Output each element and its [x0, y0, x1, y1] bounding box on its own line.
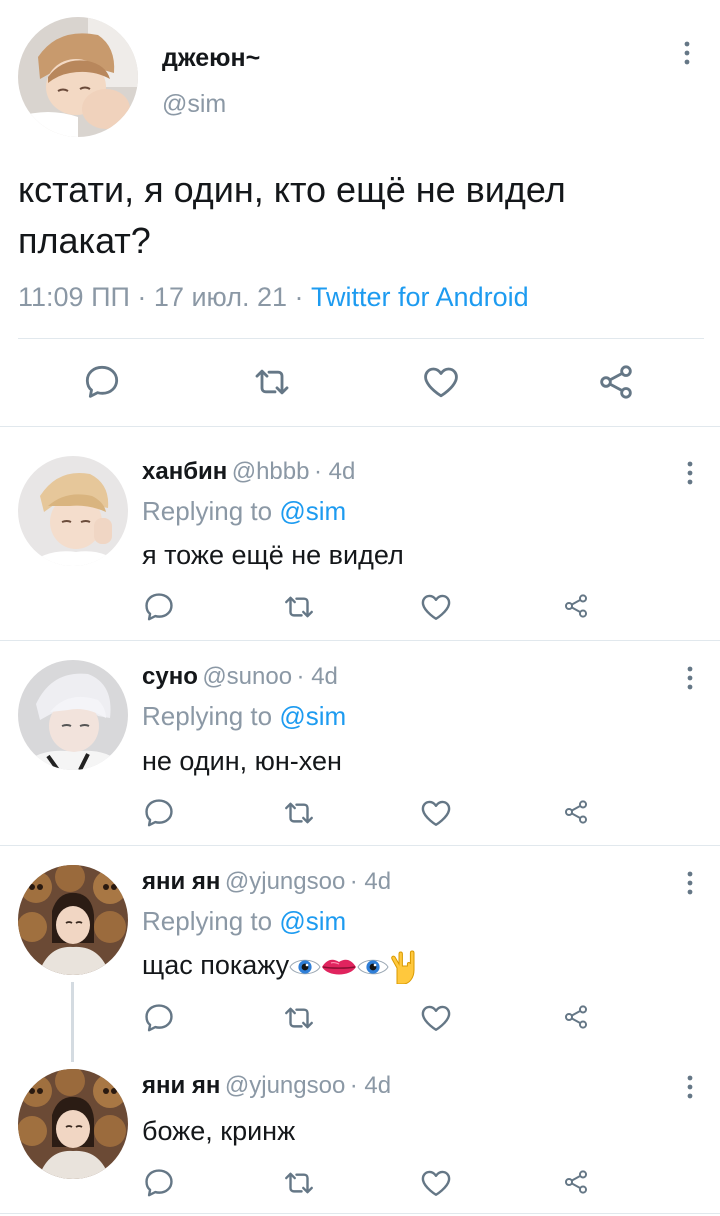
display-name[interactable]: ханбин: [142, 458, 227, 485]
share-icon[interactable]: [562, 1003, 590, 1031]
thread-line: [71, 982, 74, 1062]
user-handle[interactable]: @yjungsoo: [225, 868, 345, 895]
retweet-icon[interactable]: [282, 796, 316, 830]
tweet-date: 17 июл. 21: [153, 282, 287, 312]
retweet-icon[interactable]: [282, 590, 316, 624]
reply-icon[interactable]: [142, 1166, 176, 1200]
share-icon[interactable]: [562, 1168, 590, 1196]
share-icon[interactable]: [596, 362, 636, 402]
replying-to-label: Replying to: [142, 701, 273, 731]
reply-age: · 4d: [349, 868, 392, 895]
user-handle[interactable]: @sunoo: [202, 663, 292, 690]
reply-text: я тоже ещё не видел: [142, 540, 404, 570]
divider: [0, 1213, 720, 1214]
more-options-icon[interactable]: [678, 868, 702, 898]
reply-icon[interactable]: [82, 362, 122, 402]
meta-separator: ·: [294, 282, 304, 312]
like-icon[interactable]: [418, 590, 454, 624]
tweet-text: кстати, я один, кто ещё не видел плакат?: [18, 169, 566, 261]
love-you-gesture-emoji-icon: [389, 950, 419, 984]
replying-to-handle[interactable]: @sim: [279, 906, 346, 936]
like-icon[interactable]: [420, 362, 462, 402]
reply-icon[interactable]: [142, 1001, 176, 1035]
divider: [0, 640, 720, 641]
avatar[interactable]: [18, 17, 138, 137]
user-handle[interactable]: @hbbb: [232, 458, 310, 485]
reply-age: · 4d: [313, 458, 356, 485]
divider: [0, 845, 720, 846]
reply-header: суно @sunoo · 4d: [142, 663, 338, 691]
reply-text: не один, юн-хен: [142, 746, 342, 776]
share-icon[interactable]: [562, 592, 590, 620]
replying-to: Replying to @sim: [142, 496, 346, 527]
more-options-icon[interactable]: [678, 458, 702, 488]
avatar[interactable]: [18, 1069, 128, 1179]
tweet-time: 11:09 ПП: [18, 282, 130, 312]
replying-to-handle[interactable]: @sim: [279, 701, 346, 731]
avatar[interactable]: [18, 456, 128, 566]
meta-separator: ·: [137, 282, 147, 312]
reply-header: ханбин @hbbb · 4d: [142, 458, 355, 486]
replying-to-handle[interactable]: @sim: [279, 496, 346, 526]
tweet-meta: 11:09 ПП · 17 июл. 21 · Twitter for Andr…: [18, 282, 529, 313]
display-name[interactable]: суно: [142, 663, 198, 690]
user-handle[interactable]: @sim: [162, 90, 226, 119]
replying-to: Replying to @sim: [142, 906, 346, 937]
retweet-icon[interactable]: [282, 1166, 316, 1200]
tweet-source-link[interactable]: Twitter for Android: [311, 282, 529, 312]
avatar[interactable]: [18, 660, 128, 770]
divider: [18, 338, 704, 339]
display-name[interactable]: яни ян: [142, 1072, 220, 1099]
replying-to: Replying to @sim: [142, 701, 346, 732]
reply-text: боже, кринж: [142, 1116, 296, 1146]
reply-header: яни ян @yjungsoo · 4d: [142, 868, 391, 896]
reply-header: яни ян @yjungsoo · 4d: [142, 1072, 391, 1100]
reply-icon[interactable]: [142, 590, 176, 624]
retweet-icon[interactable]: [252, 362, 292, 402]
divider: [0, 426, 720, 427]
like-icon[interactable]: [418, 1166, 454, 1200]
share-icon[interactable]: [562, 798, 590, 826]
reply-text-row: щас покажу: [142, 950, 419, 984]
eye-emoji-icon: [357, 955, 389, 979]
reply-icon[interactable]: [142, 796, 176, 830]
like-icon[interactable]: [418, 1001, 454, 1035]
display-name[interactable]: яни ян: [142, 868, 220, 895]
replying-to-label: Replying to: [142, 906, 273, 936]
like-icon[interactable]: [418, 796, 454, 830]
reply-age: · 4d: [296, 663, 338, 690]
reply-age: · 4d: [349, 1072, 392, 1099]
display-name[interactable]: джеюн~: [162, 44, 260, 73]
lips-emoji-icon: [321, 955, 357, 979]
avatar[interactable]: [18, 865, 128, 975]
more-options-icon[interactable]: [678, 663, 702, 693]
retweet-icon[interactable]: [282, 1001, 316, 1035]
eye-emoji-icon: [289, 955, 321, 979]
replying-to-label: Replying to: [142, 496, 273, 526]
user-handle[interactable]: @yjungsoo: [225, 1072, 345, 1099]
reply-text: щас покажу: [142, 950, 290, 981]
more-options-icon[interactable]: [678, 1072, 702, 1102]
more-options-icon[interactable]: [675, 38, 699, 68]
